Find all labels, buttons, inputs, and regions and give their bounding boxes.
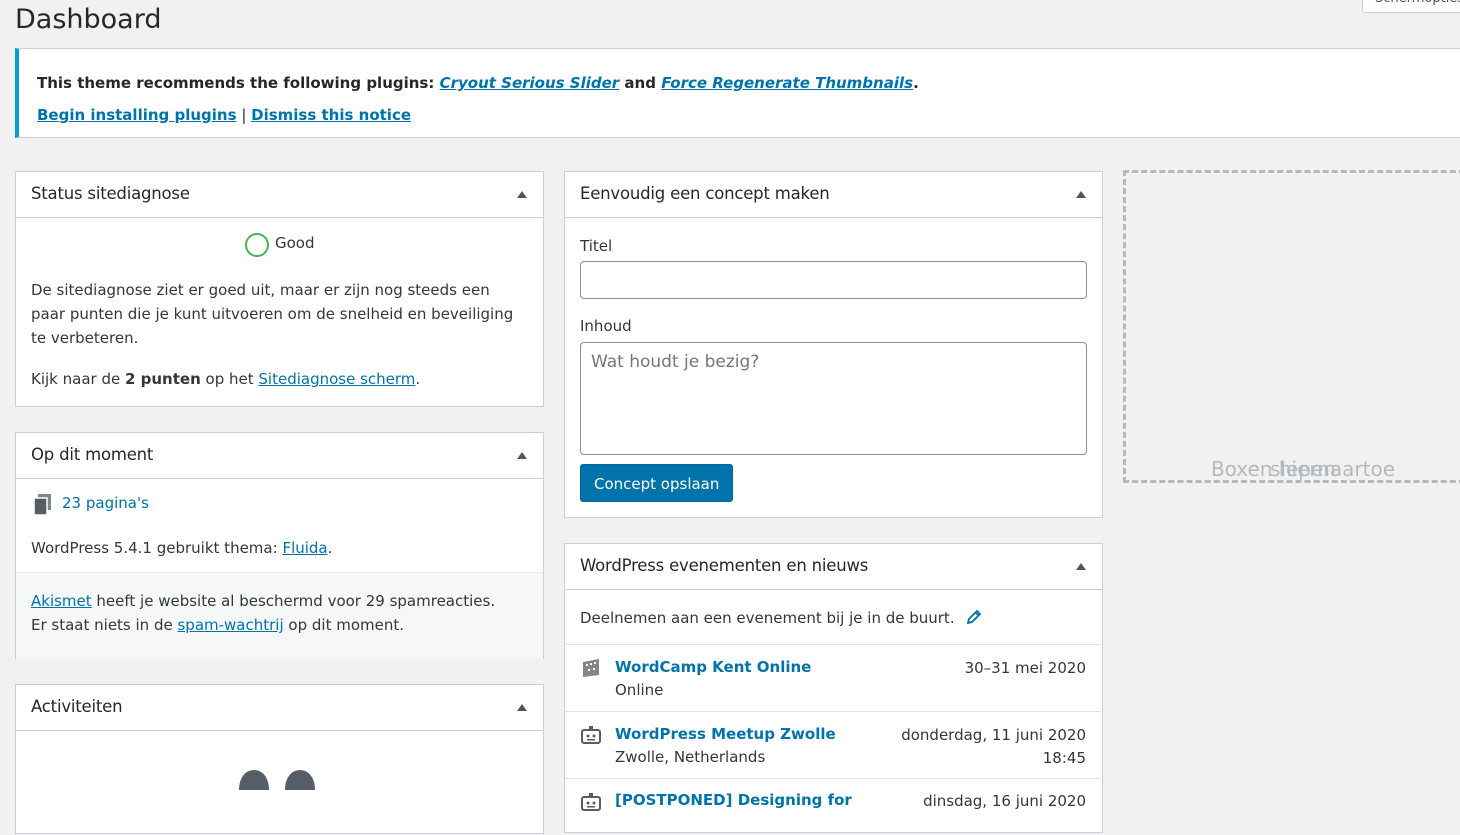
event-location: Zwolle, Netherlands bbox=[615, 748, 766, 766]
begin-installing-link[interactable]: Begin installing plugins bbox=[37, 106, 237, 124]
draft-title-label: Titel bbox=[580, 237, 613, 255]
dropzone-text: Boxen hiernaartoe slepen bbox=[1126, 315, 1460, 481]
akismet-link[interactable]: Akismet bbox=[31, 592, 92, 610]
events-header[interactable]: WordPress evenementen en nieuws bbox=[565, 544, 1102, 590]
look-prefix: Kijk naar de bbox=[31, 370, 125, 388]
event-title-link[interactable]: WordCamp Kent Online bbox=[615, 658, 811, 676]
theme-link[interactable]: Fluida bbox=[282, 539, 327, 557]
event-title-link[interactable]: WordPress Meetup Zwolle bbox=[615, 725, 836, 743]
notice-plugin-link-1[interactable]: Cryout Serious Slider bbox=[440, 74, 620, 92]
status-good-circle-icon bbox=[245, 233, 269, 257]
events-intro-text: Deelnemen aan een evenement bij je in de… bbox=[580, 609, 955, 627]
akismet-text: Akismet heeft je website al beschermd vo… bbox=[31, 589, 495, 613]
event-title-link[interactable]: [POSTPONED] Designing for bbox=[615, 791, 852, 809]
pages-count-link[interactable]: 23 pagina's bbox=[62, 494, 149, 512]
event-date: dinsdag, 16 juni 2020 bbox=[923, 792, 1086, 810]
event-item: [POSTPONED] Designing for dinsdag, 16 ju… bbox=[565, 778, 1101, 835]
theme-suffix: . bbox=[327, 539, 333, 557]
event-time: 18:45 bbox=[1042, 749, 1086, 767]
look-middle: op het bbox=[200, 370, 259, 388]
toggle-arrow-icon[interactable] bbox=[517, 452, 527, 459]
look-bold: 2 punten bbox=[124, 370, 201, 388]
wordcamp-icon bbox=[583, 659, 599, 677]
notice-and: and bbox=[619, 74, 662, 92]
draft-content-textarea[interactable]: Wat houdt je bezig? bbox=[580, 342, 1087, 455]
quick-draft-title: Eenvoudig een concept maken bbox=[580, 184, 830, 203]
activity-widget: Activiteiten bbox=[15, 684, 544, 834]
event-item: WordCamp Kent Online Online 30–31 mei 20… bbox=[565, 644, 1101, 711]
draft-title-input[interactable] bbox=[580, 261, 1087, 299]
edit-location-pencil-icon[interactable] bbox=[965, 608, 983, 626]
toggle-arrow-icon[interactable] bbox=[1076, 191, 1086, 198]
notice-actions: Begin installing plugins | Dismiss this … bbox=[37, 106, 411, 124]
site-health-description: De sitediagnose ziet er goed uit, maar e… bbox=[31, 281, 514, 347]
notice-plugin-link-2[interactable]: Force Regenerate Thumbnails bbox=[661, 74, 913, 92]
event-date: 30–31 mei 2020 bbox=[964, 659, 1086, 677]
event-location: Online bbox=[615, 681, 664, 699]
events-title: WordPress evenementen en nieuws bbox=[580, 556, 869, 575]
toggle-arrow-icon[interactable] bbox=[517, 704, 527, 711]
meetup-icon bbox=[581, 726, 601, 744]
dismiss-notice-link[interactable]: Dismiss this notice bbox=[251, 106, 411, 124]
wp-version-info: WordPress 5.4.1 gebruikt thema: Fluida. bbox=[31, 536, 332, 560]
events-intro: Deelnemen aan een evenement bij je in de… bbox=[580, 606, 983, 630]
at-a-glance-title: Op dit moment bbox=[31, 445, 154, 464]
meetup-icon bbox=[581, 793, 601, 811]
drag-boxes-dropzone[interactable]: Boxen hiernaartoe slepen bbox=[1123, 170, 1460, 483]
spam-prefix: Er staat niets in de bbox=[31, 616, 178, 634]
spam-suffix: op dit moment. bbox=[283, 616, 404, 634]
spam-queue-text: Er staat niets in de spam-wachtrij op di… bbox=[31, 613, 404, 637]
site-health-look: Kijk naar de 2 punten op het Sitediagnos… bbox=[31, 367, 420, 391]
event-date: donderdag, 11 juni 2020 bbox=[901, 726, 1086, 744]
draft-content-placeholder: Wat houdt je bezig? bbox=[591, 352, 760, 372]
akismet-section: Akismet heeft je website al beschermd vo… bbox=[16, 572, 543, 659]
site-health-title: Status sitediagnose bbox=[31, 184, 190, 203]
draft-content-label: Inhoud bbox=[580, 317, 632, 335]
look-suffix: . bbox=[415, 370, 421, 388]
akismet-desc: heeft je website al beschermd voor 29 sp… bbox=[91, 592, 496, 610]
quick-draft-widget: Eenvoudig een concept maken Titel Inhoud… bbox=[564, 171, 1103, 518]
site-health-screen-link[interactable]: Sitediagnose scherm bbox=[258, 370, 415, 388]
comments-icon bbox=[239, 770, 315, 790]
site-health-status: Good bbox=[275, 234, 315, 252]
pages-icon bbox=[33, 494, 51, 516]
site-health-widget: Status sitediagnose Good De sitediagnose… bbox=[15, 171, 544, 407]
notice-separator: | bbox=[236, 106, 252, 124]
event-item: WordPress Meetup Zwolle Zwolle, Netherla… bbox=[565, 711, 1101, 778]
wp-version-text: WordPress 5.4.1 gebruikt thema: bbox=[31, 539, 283, 557]
save-draft-button[interactable]: Concept opslaan bbox=[580, 464, 734, 502]
dropzone-line2: slepen bbox=[1270, 457, 1336, 481]
quick-draft-header[interactable]: Eenvoudig een concept maken bbox=[565, 172, 1102, 218]
notice-message: This theme recommends the following plug… bbox=[37, 74, 919, 92]
page-title: Dashboard bbox=[15, 4, 162, 35]
notice-prefix: This theme recommends the following plug… bbox=[37, 74, 440, 92]
toggle-arrow-icon[interactable] bbox=[517, 191, 527, 198]
events-widget: WordPress evenementen en nieuws Deelneme… bbox=[564, 543, 1103, 833]
at-a-glance-widget: Op dit moment 23 pagina's WordPress 5.4.… bbox=[15, 432, 544, 659]
at-a-glance-header[interactable]: Op dit moment bbox=[16, 433, 543, 479]
plugin-notice: This theme recommends the following plug… bbox=[15, 48, 1460, 138]
site-health-header[interactable]: Status sitediagnose bbox=[16, 172, 543, 218]
spam-queue-link[interactable]: spam-wachtrij bbox=[177, 616, 283, 634]
notice-suffix: . bbox=[913, 74, 919, 92]
toggle-arrow-icon[interactable] bbox=[1076, 563, 1086, 570]
screen-options-button[interactable]: Schermopties bbox=[1362, 0, 1460, 13]
activity-title: Activiteiten bbox=[31, 697, 123, 716]
activity-header[interactable]: Activiteiten bbox=[16, 685, 543, 731]
